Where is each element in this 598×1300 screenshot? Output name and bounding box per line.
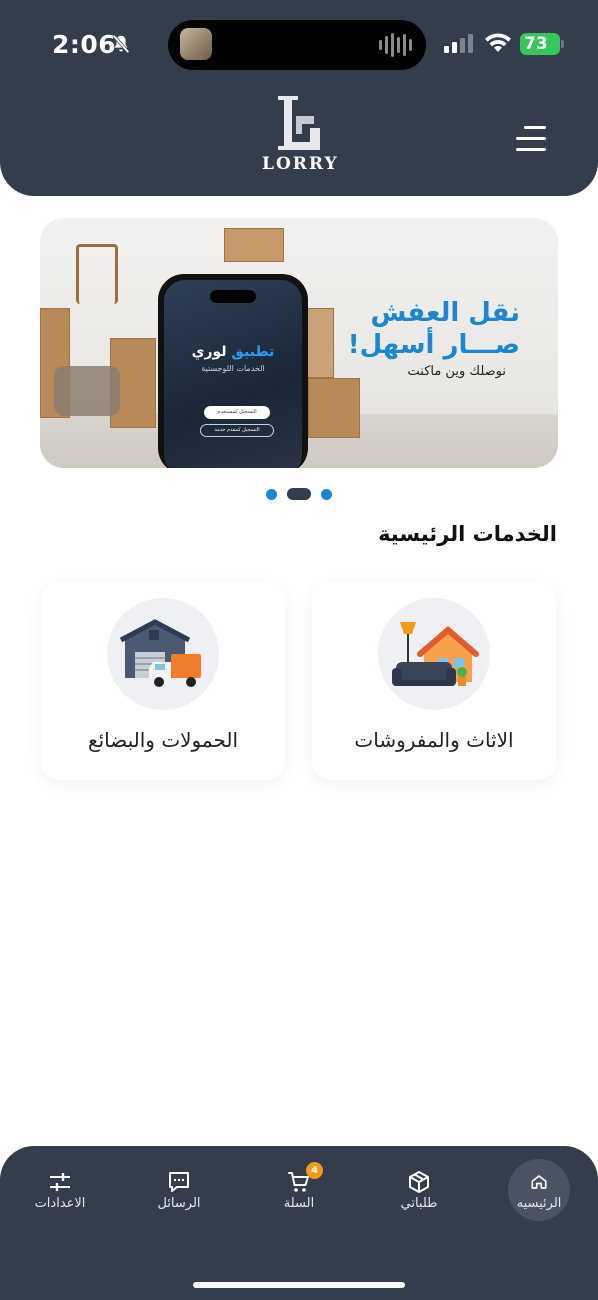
phone-title: تطبيق لوري	[191, 344, 275, 360]
service-card-furniture[interactable]: الاثاث والمفروشات	[312, 582, 556, 780]
carousel-indicator	[0, 488, 598, 500]
cart-badge: 4	[306, 1162, 323, 1179]
battery-tip	[561, 40, 564, 48]
logo-text: LORRY	[262, 154, 339, 174]
nav-item-messages[interactable]: الرسائل	[134, 1164, 224, 1224]
furniture-illustration	[392, 622, 479, 686]
nav-item-orders[interactable]: طلباتي	[374, 1164, 464, 1224]
service-card-cargo[interactable]: الحمولات والبضائع	[41, 582, 285, 780]
phone-register-provider: التسجيل كمقدم خدمة	[200, 424, 274, 437]
signal-icon	[444, 34, 473, 53]
service-label: الاثاث والمفروشات	[354, 728, 514, 752]
phone-subtitle: الخدمات اللوجستية	[201, 364, 265, 373]
nav-item-settings[interactable]: الاعدادات	[15, 1164, 105, 1224]
banner-box	[308, 378, 360, 438]
sliders-icon	[50, 1173, 70, 1191]
nav-label-settings: الاعدادات	[34, 1196, 86, 1211]
carousel-dot[interactable]	[266, 489, 277, 500]
cargo-illustration	[119, 619, 201, 687]
banner-headline: نقل العفش	[370, 298, 520, 328]
nav-label-home: الرئيسيه	[516, 1196, 562, 1211]
banner-phone: تطبيق لوري الخدمات اللوجستية التسجيل كمس…	[158, 274, 308, 468]
battery-level: 73	[520, 33, 560, 55]
home-indicator[interactable]	[193, 1282, 405, 1288]
nav-label-messages: الرسائل	[157, 1196, 201, 1211]
phone-screen: تطبيق لوري الخدمات اللوجستية التسجيل كمس…	[164, 280, 302, 468]
banner-chair	[76, 244, 118, 304]
furniture-icon	[378, 598, 490, 710]
carousel-dot[interactable]	[321, 489, 332, 500]
phone-notch	[210, 290, 256, 303]
bell-off-icon	[112, 34, 130, 54]
nav-item-home[interactable]: الرئيسيه	[494, 1164, 584, 1224]
app-header: 2:06 73 LORRY	[0, 0, 598, 196]
wifi-icon	[485, 33, 511, 52]
promo-banner[interactable]: تطبيق لوري الخدمات اللوجستية التسجيل كمس…	[40, 218, 558, 468]
menu-button[interactable]	[514, 124, 548, 154]
chat-icon	[169, 1172, 189, 1192]
banner-subline: نوصلك وين ماكنت	[407, 364, 507, 379]
phone-register-user: التسجيل كمستخدم	[204, 406, 270, 419]
nav-item-cart[interactable]: 4 السلة	[254, 1162, 344, 1224]
now-playing-artwork	[180, 28, 212, 60]
cargo-truck-icon	[107, 598, 219, 710]
nav-label-cart: السلة	[283, 1196, 315, 1211]
box-icon	[409, 1171, 429, 1193]
app-screen: 2:06 73 LORRY تطبيق لوري الخدمات اللوجست…	[0, 0, 598, 1300]
banner-sofa	[54, 366, 120, 416]
lorry-logo-icon	[278, 96, 320, 150]
banner-headline-2: صـــار أسهل!	[347, 330, 520, 360]
service-label: الحمولات والبضائع	[87, 728, 239, 752]
bottom-navigation: الرئيسيه طلباتي 4 السلة الرسائل الاعدادا…	[0, 1146, 598, 1300]
banner-box	[224, 228, 284, 262]
home-icon	[531, 1175, 547, 1189]
status-bar: 2:06 73	[0, 0, 598, 88]
status-time: 2:06	[52, 30, 117, 59]
carousel-dot-active[interactable]	[287, 488, 311, 500]
section-title: الخدمات الرئيسية	[378, 522, 557, 546]
battery-indicator: 73	[520, 33, 564, 55]
app-logo: LORRY	[262, 94, 338, 178]
dynamic-island	[168, 20, 426, 70]
nav-label-orders: طلباتي	[400, 1196, 438, 1211]
audio-wave-icon	[379, 33, 412, 57]
